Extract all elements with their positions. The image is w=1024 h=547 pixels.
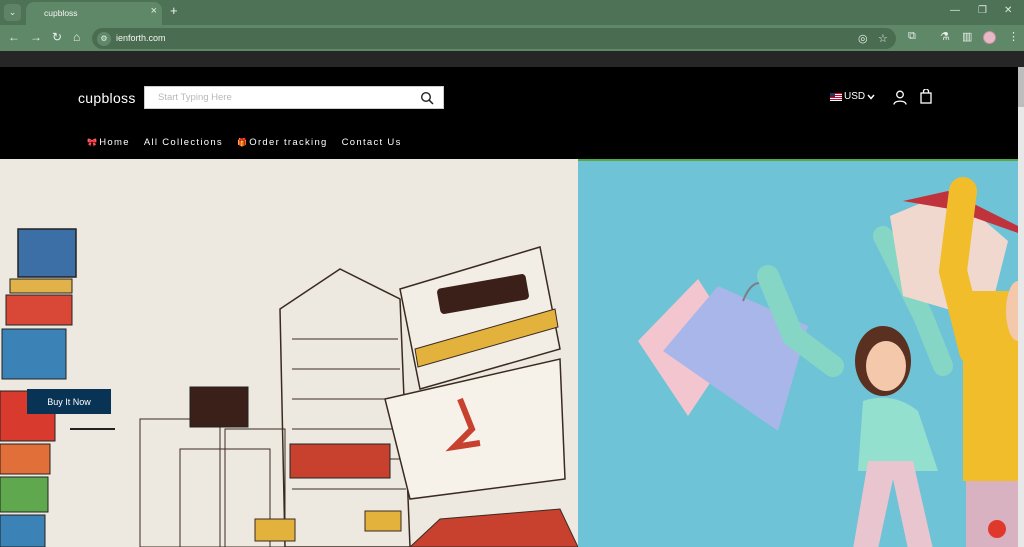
tab-search-icon[interactable]: ⌄ [4,4,21,21]
currency-selector[interactable]: USD [830,91,875,102]
city-sketch-image [0,228,578,547]
chat-widget-icon[interactable] [988,520,1006,538]
nav-item-contact-us[interactable]: Contact Us [342,137,402,148]
nav-label: Home [99,137,130,148]
search-bar [144,86,444,109]
restore-icon[interactable]: ❐ [978,5,987,16]
search-input[interactable] [145,87,415,108]
nav-label: Order tracking [249,137,328,148]
tab-title: cupbloss [44,8,78,18]
us-flag-icon [830,92,842,101]
site-settings-icon[interactable]: ⚙ [97,32,111,46]
url-text[interactable]: ienforth.com [116,33,166,43]
hero-banner: Buy It Now [0,159,1018,547]
nav-item-all-collections[interactable]: All Collections [144,137,223,148]
nav-label: All Collections [143,137,223,148]
account-icon[interactable] [893,90,907,105]
tracking-protection-icon[interactable]: ◎ [858,32,868,45]
shopping-photo [578,159,1018,547]
site-header: cupbloss USD 🎀Home All Collections 🎁Orde… [0,67,1018,159]
buy-it-now-button[interactable]: Buy It Now [27,389,111,414]
site-logo[interactable]: cupbloss [78,90,136,106]
browser-menu-icon[interactable]: ⋮ [1008,30,1019,43]
close-window-icon[interactable]: ✕ [1004,5,1012,16]
back-icon[interactable]: ← [8,30,20,44]
cart-bag-icon[interactable] [920,89,932,104]
chevron-down-icon [867,94,875,100]
extensions-icon[interactable]: ⧉ [908,30,916,43]
announcement-bar [0,51,1024,67]
nav-item-home[interactable]: 🎀Home [87,137,130,148]
main-nav: 🎀Home All Collections 🎁Order tracking Co… [87,137,402,148]
nav-label: Contact Us [341,137,402,148]
labs-flask-icon[interactable]: ⚗ [940,30,950,43]
reload-icon[interactable]: ↻ [52,30,62,44]
profile-avatar[interactable] [983,31,996,44]
gift-icon: 🎁 [236,138,249,147]
tab-close-icon[interactable]: × [151,5,157,17]
browser-tab[interactable]: cupbloss × [26,2,162,25]
browser-tab-strip: ⌄ cupbloss × + — ❐ ✕ [0,0,1024,25]
new-tab-button[interactable]: + [170,3,178,18]
minimize-icon[interactable]: — [950,5,960,16]
city-sketch-illustration: Buy It Now [0,159,578,547]
home-icon[interactable]: ⌂ [73,30,80,44]
scrollbar-thumb[interactable] [1018,67,1024,107]
currency-label: USD [844,91,866,102]
address-bar[interactable]: ⚙ ienforth.com ◎ ☆ [92,28,896,49]
forward-icon[interactable]: → [30,30,42,44]
shopping-girls-image [638,177,1018,547]
side-panel-icon[interactable]: ▥ [962,30,972,43]
browser-toolbar: ← → ↻ ⌂ ⚙ ienforth.com ◎ ☆ ⧉ ⚗ ▥ ⋮ [0,25,1024,51]
nav-item-order-tracking[interactable]: 🎁Order tracking [237,137,328,148]
ribbon-icon: 🎀 [87,138,99,147]
search-icon[interactable] [420,91,434,105]
page-scrollbar[interactable] [1018,67,1024,547]
bookmark-star-icon[interactable]: ☆ [878,32,888,45]
